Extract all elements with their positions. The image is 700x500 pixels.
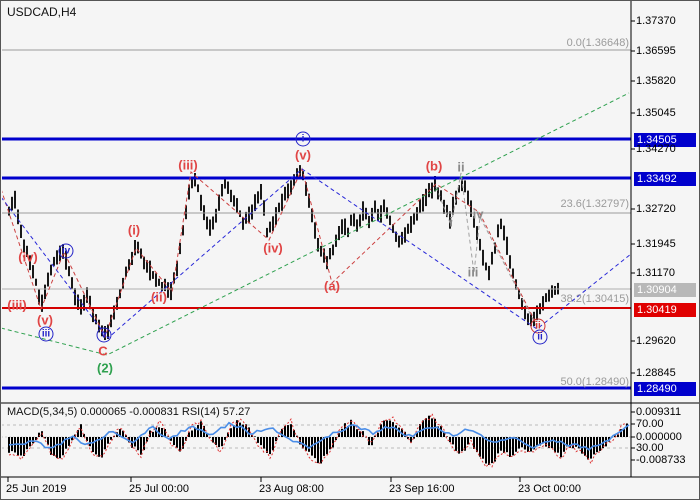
wave-label: ii (457, 161, 464, 174)
time-axis-label: 23 Aug 08:00 (259, 483, 324, 495)
time-axis-label: 25 Jul 00:00 (129, 483, 189, 495)
indicator-plot (1, 414, 631, 467)
indicator-axis-label: 30.00 (636, 442, 664, 454)
indicator-axis-label: 70.00 (636, 418, 664, 430)
wave-label: (i) (128, 224, 140, 237)
wave-label: iii (468, 266, 479, 279)
price-axis-label: 1.35045 (636, 107, 676, 119)
wave-label: (a) (324, 280, 340, 293)
indicator-axis-label: -0.008733 (636, 454, 686, 466)
wave-label: (iii) (178, 159, 198, 172)
wave-label: (2) (97, 362, 113, 375)
price-axis-label: 1.35820 (636, 75, 676, 87)
chart-canvas[interactable] (1, 1, 700, 500)
price-axis-label: 1.36595 (636, 45, 676, 57)
wave-label: (b) (426, 160, 443, 173)
price-axis-label: 1.28490 (634, 382, 696, 396)
price-axis-label: 1.29620 (636, 335, 676, 347)
chart-window: USDCAD,H4 MACD(5,34,5) 0.000065 -0.00083… (0, 0, 700, 500)
wave-label: i (296, 132, 311, 147)
fib-level-label: 38.2(1.30415) (389, 293, 629, 305)
price-axis-label: 1.34270 (636, 143, 676, 155)
price-axis-label: 1.31945 (636, 238, 676, 250)
wave-label: C (98, 345, 107, 358)
time-axis-label: 25 Jun 2019 (6, 483, 67, 495)
price-axis-label: 1.37370 (636, 15, 676, 27)
wave-label: iii (39, 327, 54, 342)
wave-label: (iii) (7, 299, 27, 312)
time-axis-label: 23 Oct 00:00 (518, 483, 581, 495)
price-axis-label: 1.33492 (634, 172, 696, 186)
wave-label: (v) (37, 314, 53, 327)
price-axis-label: 1.32720 (636, 203, 676, 215)
wave-label: (iv) (18, 251, 38, 264)
fib-level-label: 23.6(1.32797) (389, 198, 629, 210)
wave-label: iv (59, 244, 74, 259)
wave-label: (iv) (263, 242, 283, 255)
wave-label: iv (473, 208, 484, 221)
wave-label: (v) (295, 149, 311, 162)
time-axis-label: 23 Sep 16:00 (389, 483, 454, 495)
symbol-title: USDCAD,H4 (7, 6, 76, 18)
wave-label: v (97, 328, 112, 343)
price-axis-label: 1.31170 (636, 267, 675, 279)
wave-label: (ii) (151, 291, 167, 304)
price-axis-label: 1.28845 (636, 367, 676, 379)
price-axis-label: 1.30904 (634, 283, 696, 297)
wave-label: ii (533, 330, 548, 345)
fib-level-label: 0.0(1.36648) (389, 37, 629, 49)
indicator-title: MACD(5,34,5) 0.000065 -0.000831 RSI(14) … (7, 406, 250, 418)
fib-level-label: 50.0(1.28490) (389, 376, 629, 388)
wave-label: i (449, 216, 453, 229)
indicator-axis-label: 0.009311 (636, 406, 681, 418)
price-axis-label: 1.30419 (634, 303, 696, 317)
